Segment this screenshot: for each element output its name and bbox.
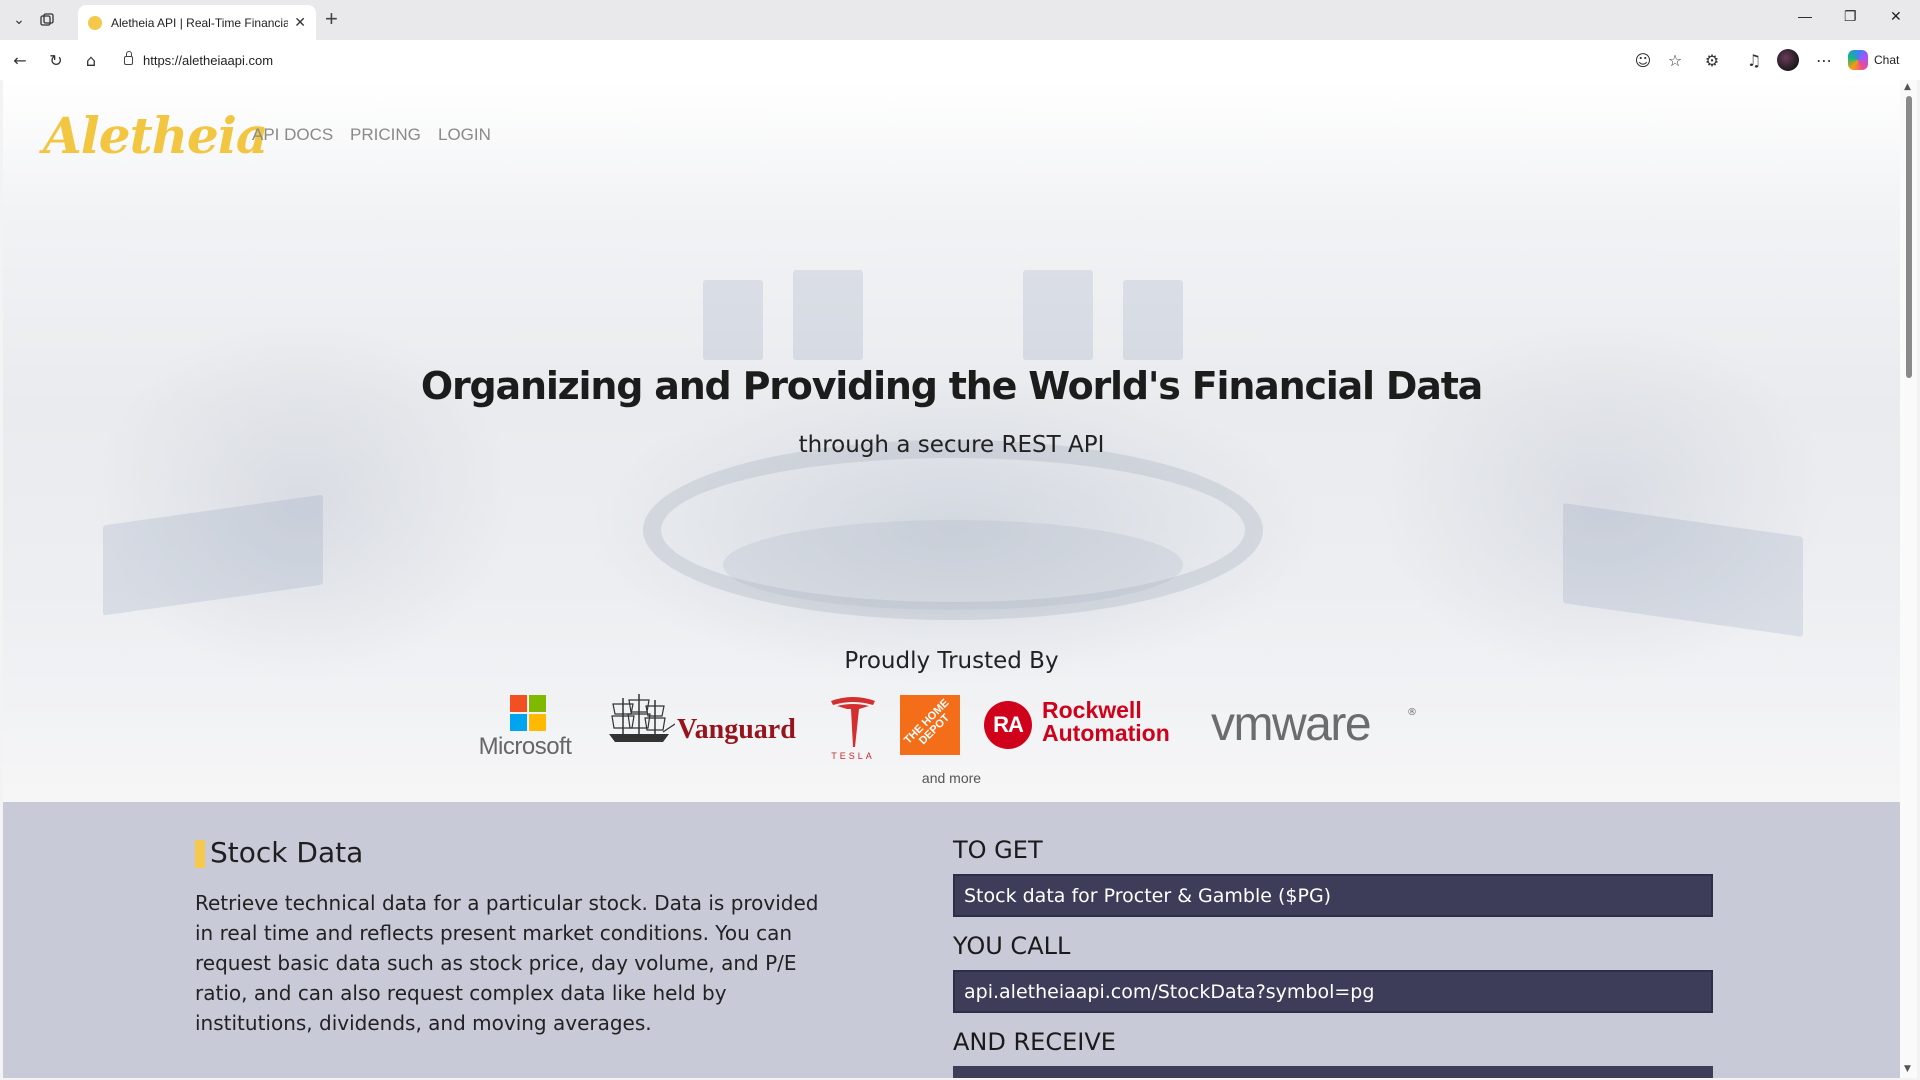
- hero-bg-screen: [1123, 280, 1183, 360]
- nav-login[interactable]: LOGIN: [438, 125, 491, 145]
- vanguard-ship-icon: [609, 694, 675, 742]
- restore-icon[interactable]: ❐: [1844, 8, 1857, 25]
- home-icon[interactable]: ⌂: [79, 48, 103, 72]
- to-get-label: TO GET: [953, 836, 1043, 864]
- tesla-logo: TESLA: [829, 695, 877, 765]
- refresh-icon[interactable]: ↻: [44, 48, 68, 72]
- microsoft-wordmark: Microsoft: [478, 733, 572, 760]
- section-title: Stock Data: [210, 836, 364, 869]
- browser-toolbar: ← ↻ ⌂ https://aletheiaapi.com ☺ ☆ ⚙ ♫ ⋯ …: [0, 40, 1920, 80]
- trusted-heading: Proudly Trusted By: [844, 648, 1059, 674]
- site-favicon-icon: [88, 15, 102, 30]
- scroll-down-icon[interactable]: ▼: [1904, 1064, 1911, 1074]
- hero-title: Organizing and Providing the World's Fin…: [420, 364, 1483, 408]
- workspaces-icon[interactable]: [34, 7, 60, 33]
- hero-bg-screen: [703, 280, 763, 360]
- vanguard-wordmark: Vanguard: [677, 714, 796, 745]
- close-window-icon[interactable]: ✕: [1890, 8, 1902, 25]
- vmware-logo: vmware ®: [1211, 697, 1421, 757]
- site-logo[interactable]: Aletheia: [43, 106, 268, 165]
- back-arrow-icon[interactable]: ←: [8, 48, 32, 72]
- section-accent-bar: [195, 840, 205, 868]
- tab-strip: ⌄ Aletheia API | Real-Time Financial ✕ +…: [0, 0, 1920, 40]
- and-receive-label: AND RECEIVE: [953, 1028, 1116, 1056]
- more-menu-icon[interactable]: ⋯: [1812, 48, 1836, 72]
- hero-section: Aletheia API DOCS PRICING LOGIN Organizi…: [3, 80, 1900, 802]
- microsoft-logo: Microsoft: [470, 695, 580, 765]
- chat-label: Chat: [1874, 53, 1900, 67]
- close-tab-icon[interactable]: ✕: [294, 15, 306, 31]
- rockwell-line-1: Rockwell: [1042, 697, 1142, 723]
- hero-bg-desk: [723, 520, 1183, 610]
- url-text[interactable]: https://aletheiaapi.com: [143, 53, 273, 68]
- copilot-icon: [1848, 50, 1868, 70]
- copilot-chat-button[interactable]: Chat: [1848, 48, 1899, 72]
- response-box[interactable]: [953, 1066, 1713, 1078]
- you-call-box[interactable]: api.aletheiaapi.com/StockData?symbol=pg: [953, 970, 1713, 1013]
- registered-mark-icon: ®: [1407, 707, 1417, 718]
- minimize-icon[interactable]: —: [1798, 8, 1812, 24]
- to-get-box: Stock data for Procter & Gamble ($PG): [953, 874, 1713, 917]
- rockwell-logo: RA Rockwell Automation: [984, 695, 1189, 755]
- tab-title: Aletheia API | Real-Time Financial: [111, 15, 289, 30]
- tesla-wordmark: TESLA: [831, 751, 875, 761]
- favorite-star-icon[interactable]: ☆: [1663, 48, 1687, 72]
- home-depot-box: THE HOME DEPOT: [900, 695, 960, 755]
- extensions-icon[interactable]: ⚙: [1700, 48, 1724, 72]
- you-call-label: YOU CALL: [953, 932, 1071, 960]
- hero-bg-screen: [103, 494, 323, 616]
- vanguard-logo: Vanguard: [603, 690, 803, 760]
- workspaces-svg: [40, 13, 54, 26]
- page-scrollbar[interactable]: ▲ ▼: [1900, 80, 1917, 1078]
- scroll-thumb[interactable]: [1906, 96, 1912, 378]
- section-description: Retrieve technical data for a particular…: [195, 891, 819, 1035]
- new-tab-plus-icon[interactable]: +: [325, 6, 338, 32]
- hero-bg-screen: [1023, 270, 1093, 360]
- and-more-text: and more: [921, 770, 982, 786]
- stock-data-section: Stock Data Retrieve technical data for a…: [3, 802, 1900, 1078]
- lock-icon: [124, 50, 133, 65]
- vmware-wordmark: vmware: [1211, 698, 1372, 751]
- hero-subtitle: through a secure REST API: [798, 432, 1105, 458]
- home-depot-wordmark: THE HOME DEPOT: [901, 696, 953, 748]
- hero-bg-screen: [793, 270, 863, 360]
- home-depot-logo: THE HOME DEPOT: [900, 695, 960, 755]
- rockwell-ra-icon: RA: [984, 701, 1032, 749]
- microsoft-grid-icon: [510, 695, 546, 731]
- media-icon[interactable]: ♫: [1742, 48, 1766, 72]
- nav-pricing[interactable]: PRICING: [350, 125, 421, 145]
- reader-mode-icon[interactable]: ☺: [1631, 48, 1655, 72]
- profile-avatar[interactable]: [1777, 49, 1799, 71]
- rockwell-line-2: Automation: [1042, 720, 1170, 746]
- page-viewport: Aletheia API DOCS PRICING LOGIN Organizi…: [3, 80, 1900, 1078]
- tesla-t-icon: [831, 697, 875, 747]
- nav-api-docs[interactable]: API DOCS: [252, 125, 333, 145]
- scroll-up-icon[interactable]: ▲: [1904, 82, 1911, 92]
- active-tab[interactable]: Aletheia API | Real-Time Financial ✕: [78, 5, 316, 40]
- hero-bg-screen: [1563, 503, 1803, 637]
- tab-actions-chevron-icon[interactable]: ⌄: [6, 7, 32, 33]
- address-bar[interactable]: https://aletheiaapi.com: [112, 45, 1687, 75]
- rockwell-wordmark: Rockwell Automation: [1042, 699, 1170, 745]
